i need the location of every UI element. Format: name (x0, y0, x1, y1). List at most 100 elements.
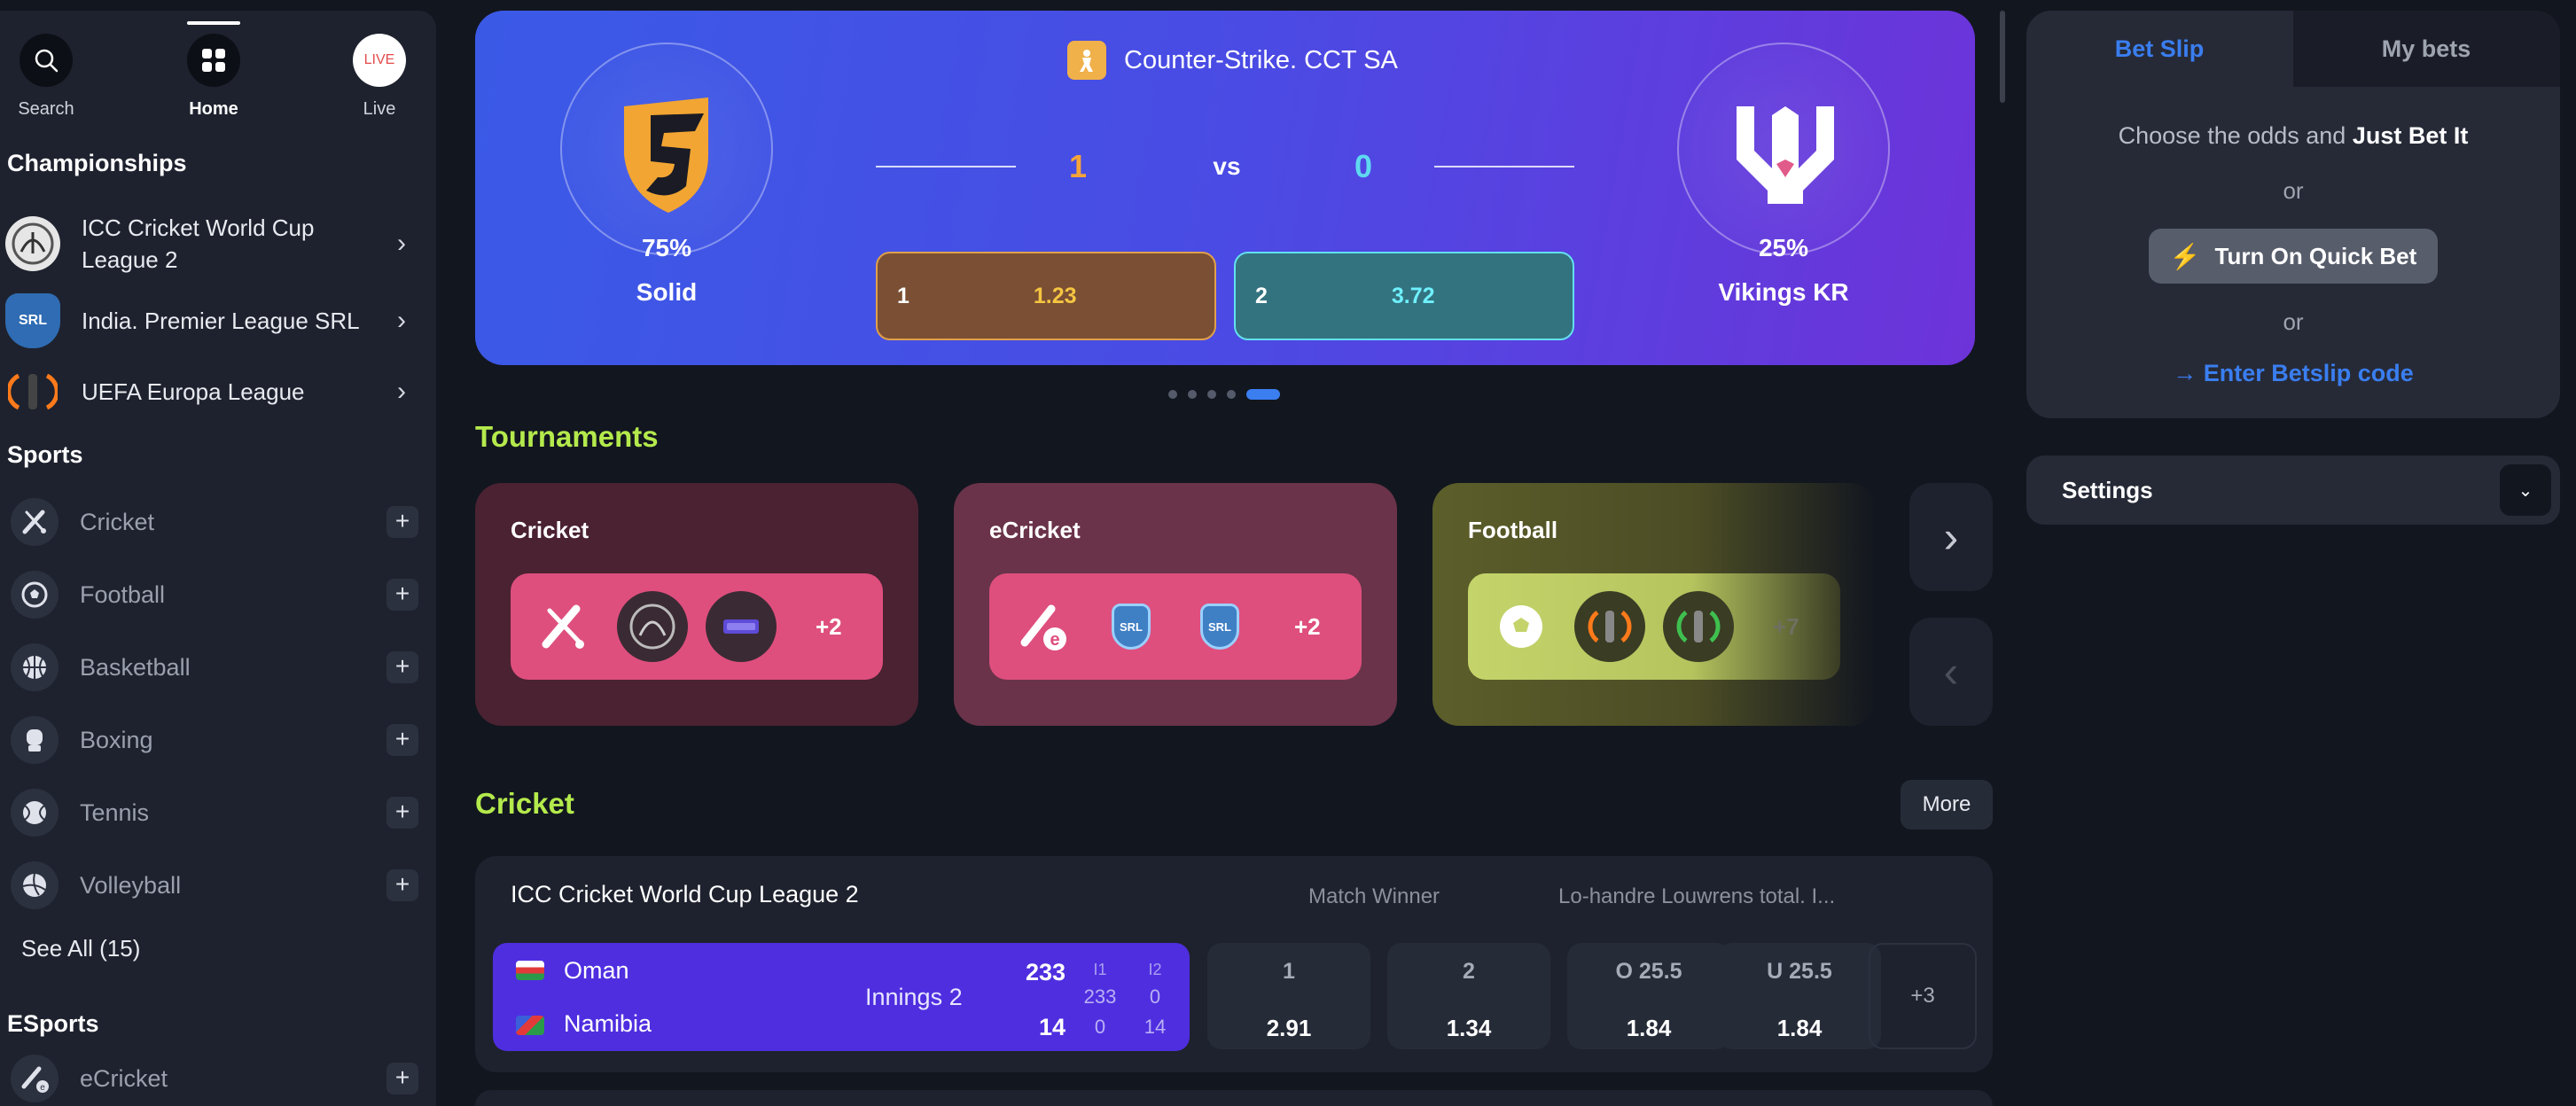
carousel-dot[interactable] (1168, 390, 1177, 399)
tapmad-logo-icon (706, 591, 777, 662)
championship-item-ipl-srl[interactable]: SRL India. Premier League SRL › (0, 285, 436, 356)
team1-name: Oman (564, 957, 629, 984)
tab-my-bets[interactable]: My bets (2292, 11, 2560, 87)
expand-plus-icon[interactable]: + (386, 869, 418, 901)
championship-item-europa[interactable]: UEFA Europa League › (0, 356, 436, 427)
settings-panel[interactable]: Settings ⌄ (2026, 456, 2560, 525)
odd-label: O 25.5 (1615, 959, 1682, 984)
tennis-ball-icon (11, 789, 59, 837)
score-divider-left (876, 166, 1016, 167)
sport-item-cricket[interactable]: Cricket + (0, 491, 436, 553)
settings-label: Settings (2062, 477, 2153, 503)
nav-home[interactable]: Home (169, 21, 258, 120)
odd-button-match-winner-2[interactable]: 2 1.34 (1387, 943, 1550, 1049)
svg-text:e: e (40, 1083, 45, 1093)
tournaments-prev-button[interactable]: ‹ (1909, 618, 1993, 726)
basketball-icon (11, 643, 59, 691)
odd-label: 1 (897, 283, 909, 308)
home-team-name: Solid (636, 278, 698, 306)
betslip-prompt-text: Choose the odds and (2118, 122, 2353, 149)
more-markets-button[interactable]: +3 (1869, 943, 1977, 1049)
ecricket-icon: e (1007, 591, 1078, 662)
expand-plus-icon[interactable]: + (386, 506, 418, 538)
away-team-logo-ring (1677, 43, 1890, 255)
chevron-down-icon[interactable]: ⌄ (2500, 464, 2551, 516)
home-active-indicator (187, 21, 240, 25)
expand-plus-icon[interactable]: + (386, 1063, 418, 1094)
carousel-dot[interactable] (1188, 390, 1197, 399)
championships-title: Championships (7, 150, 187, 176)
sport-item-boxing[interactable]: Boxing + (0, 709, 436, 771)
tournament-card-football[interactable]: Football +7 (1432, 483, 1876, 726)
home-team-percent: 75% (641, 234, 692, 261)
odd-button-under[interactable]: U 25.5 1.84 (1718, 943, 1881, 1049)
tournament-card-icons: e SRL SRL +2 (989, 573, 1362, 680)
carousel-dot[interactable] (1207, 390, 1216, 399)
match-status: Innings 2 (865, 984, 963, 1010)
top-nav: Search Home LIVE Live (0, 11, 436, 121)
see-all-sports-link[interactable]: See All (15) (21, 935, 140, 962)
srl-badge-text: SRL (1112, 604, 1151, 650)
sport-label: Boxing (80, 726, 153, 753)
nav-live[interactable]: LIVE Live (335, 34, 424, 120)
tournament-card-title: eCricket (989, 517, 1081, 543)
quick-bet-label: Turn On Quick Bet (2214, 242, 2417, 269)
sport-label: Cricket (80, 508, 155, 535)
championship-label: UEFA Europa League (82, 378, 305, 405)
tournaments-next-button[interactable]: › (1909, 483, 1993, 591)
chevron-right-icon: › (397, 229, 406, 258)
next-league-block (475, 1090, 1993, 1106)
sports-title: Sports (7, 441, 83, 468)
namibia-flag-icon (516, 1016, 544, 1035)
lightning-icon: ⚡ (2169, 242, 2201, 270)
tournaments-title: Tournaments (475, 420, 659, 453)
enter-betslip-code-link[interactable]: → Enter Betslip code (2026, 360, 2560, 387)
boxing-glove-icon (11, 716, 59, 764)
europa-logo-icon (5, 364, 60, 419)
match-row[interactable]: Oman Namibia Innings 2 233 14 I1 I2 233 … (493, 943, 1190, 1051)
away-odd-button[interactable]: 2 3.72 (1234, 252, 1574, 340)
odd-button-over[interactable]: O 25.5 1.84 (1567, 943, 1730, 1049)
expand-plus-icon[interactable]: + (386, 579, 418, 611)
carousel-dot[interactable] (1227, 390, 1236, 399)
main-scrollbar[interactable] (2000, 11, 2005, 103)
cricket-more-button[interactable]: More (1901, 780, 1993, 830)
esport-item-ecricket[interactable]: e eCricket + (0, 1048, 436, 1106)
cricket-section-title: Cricket (475, 787, 574, 820)
expand-plus-icon[interactable]: + (386, 651, 418, 683)
sport-label: Football (80, 580, 166, 608)
conference-league-logo-icon (1663, 591, 1734, 662)
odd-value: 2.91 (1266, 1015, 1312, 1041)
home-odd-button[interactable]: 1 1.23 (876, 252, 1216, 340)
betslip-prompt-bold: Just Bet It (2352, 122, 2469, 149)
sidebar: Search Home LIVE Live Championships ICC … (0, 11, 436, 1106)
srl-logo-icon: SRL (1096, 591, 1167, 662)
championship-label: India. Premier League SRL (82, 308, 360, 334)
expand-plus-icon[interactable]: + (386, 797, 418, 829)
carousel-dot-active[interactable] (1246, 389, 1280, 400)
team1-innings2: 0 (1149, 985, 1161, 1008)
sport-label: Volleyball (80, 871, 182, 899)
innings2-header: I2 (1148, 961, 1162, 978)
tournament-card-icons: +2 (511, 573, 883, 680)
quick-bet-toggle[interactable]: ⚡ Turn On Quick Bet (2149, 229, 2438, 284)
nav-live-label: Live (363, 99, 396, 119)
or-separator: or (2283, 308, 2304, 335)
championship-item-icc[interactable]: ICC Cricket World Cup League 2 › (0, 204, 436, 284)
search-icon (20, 34, 73, 87)
team2-score: 14 (1038, 1014, 1066, 1040)
odd-button-match-winner-1[interactable]: 1 2.91 (1207, 943, 1370, 1049)
sport-item-basketball[interactable]: Basketball + (0, 636, 436, 698)
sport-item-volleyball[interactable]: Volleyball + (0, 854, 436, 916)
nav-search[interactable]: Search (2, 34, 90, 120)
sport-item-football[interactable]: Football + (0, 564, 436, 626)
tab-bet-slip[interactable]: Bet Slip (2026, 11, 2292, 87)
featured-match-banner[interactable]: 75% Solid Counter-Strike. CCT SA 1 vs 0 … (475, 11, 1975, 365)
odd-value: 1.34 (1446, 1015, 1492, 1041)
tournament-card-cricket[interactable]: Cricket +2 (475, 483, 918, 726)
tournament-card-ecricket[interactable]: eCricket e SRL SRL +2 (954, 483, 1397, 726)
more-count: +2 (1294, 612, 1321, 640)
sport-item-tennis[interactable]: Tennis + (0, 782, 436, 844)
league-title[interactable]: ICC Cricket World Cup League 2 (511, 881, 859, 908)
expand-plus-icon[interactable]: + (386, 724, 418, 756)
